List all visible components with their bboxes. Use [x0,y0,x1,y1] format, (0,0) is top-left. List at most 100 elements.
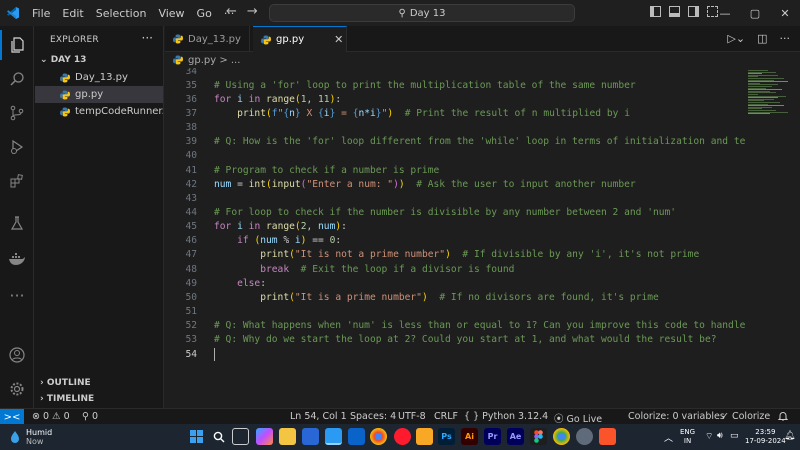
cursor-position[interactable]: Ln 54, Col 1 [290,411,347,422]
toggle-secondary-sidebar-icon[interactable] [688,6,699,17]
code-editor[interactable]: 34 35 # Using a 'for' loop to print the mu… [165,68,745,408]
notification-center-icon[interactable]: 🔔︎ [784,431,795,441]
back-arrow-icon[interactable]: ← [226,4,237,19]
opera-icon[interactable] [394,428,411,445]
more-views-icon[interactable]: ··· [0,280,34,310]
copilot-icon[interactable] [256,428,273,445]
code-line[interactable]: 45 for i in range(2, num): [165,220,745,234]
volume-icon[interactable]: 🔊︎ [717,431,723,441]
file-day-13-py[interactable]: Day_13.py [35,69,163,86]
code-line[interactable]: 53 # Q: Why do we start the loop at 2? Co… [165,333,745,347]
breadcrumb[interactable]: gp.py > ... [165,52,800,68]
menu-selection[interactable]: Selection [96,7,147,20]
brave-icon[interactable] [599,428,616,445]
close-tab-icon[interactable]: ✕ [334,33,343,46]
code-line[interactable]: 52 # Q: What happens when 'num' is less t… [165,319,745,333]
store-icon[interactable] [302,428,319,445]
tab-day-13-py[interactable]: Day_13.py [165,26,250,52]
code-line[interactable]: 40 [165,149,745,163]
minimize-icon[interactable]: — [710,7,740,20]
language-mode[interactable]: { } Python [464,411,515,422]
show-hidden-icons-icon[interactable]: ︿ [664,431,673,444]
menu-go[interactable]: Go [197,7,212,20]
colorize-variables[interactable]: Colorize: 0 variables [628,411,725,422]
code-line[interactable]: 54 [165,347,745,361]
after-effects-icon[interactable]: Ae [507,428,524,445]
code-line[interactable]: 35 # Using a 'for' loop to print the mult… [165,78,745,92]
end-of-line[interactable]: CRLF [434,411,458,422]
code-line[interactable]: 46 if (num % i) == 0: [165,234,745,248]
code-line[interactable]: 42 num = int(input("Enter a num: ")) # As… [165,177,745,191]
toggle-panel-icon[interactable] [669,6,680,17]
encoding[interactable]: UTF-8 [398,411,426,422]
python-version[interactable]: 3.12.4 [518,411,548,422]
file-tempcoderunner[interactable]: tempCodeRunner... [35,103,163,120]
maximize-icon[interactable]: ▢ [740,7,770,20]
forward-arrow-icon[interactable]: → [247,4,258,19]
wifi-icon[interactable]: ⌔ [705,431,713,442]
code-line[interactable]: 41 # Program to check if a number is prim… [165,163,745,177]
figma-icon[interactable] [530,428,547,445]
docker-icon[interactable] [0,244,34,274]
language-indicator[interactable]: ENG IN [680,428,695,446]
chrome-icon[interactable] [370,428,387,445]
notifications-bell-icon[interactable] [777,411,789,424]
file-gp-py[interactable]: gp.py [35,86,163,103]
close-icon[interactable]: ✕ [770,7,800,20]
run-file-icon[interactable]: ▷⌄ [727,32,745,45]
go-live-button[interactable]: ⦿ Go Live [554,411,602,425]
file-explorer-icon[interactable] [279,428,296,445]
code-line[interactable]: 51 [165,305,745,319]
folder-day-13[interactable]: ⌄ DAY 13 [40,55,86,65]
code-line[interactable]: 37 print(f"{n} X {i} = {n*i}") # Print t… [165,106,745,120]
tab-gp-py[interactable]: gp.py ✕ [253,26,347,52]
command-center-search[interactable]: ⚲ Day 13 [269,4,575,22]
timeline-section[interactable]: › TIMELINE [40,394,94,404]
account-icon[interactable] [0,340,34,370]
premiere-icon[interactable]: Pr [484,428,501,445]
ports-indicator[interactable]: ⚲ 0 [82,411,98,422]
code-line[interactable]: 49 else: [165,276,745,290]
task-view-icon[interactable] [232,428,249,445]
code-line[interactable]: 39 # Q: How is the 'for' loop different f… [165,135,745,149]
sublime-icon[interactable] [416,428,433,445]
menu-file[interactable]: File [32,7,50,20]
start-windows-icon[interactable] [188,428,205,445]
minimap[interactable] [745,68,800,408]
menu-edit[interactable]: Edit [62,7,83,20]
battery-icon[interactable]: ▭ [730,431,739,441]
code-line[interactable]: 47 print("It is not a prime number") # I… [165,248,745,262]
code-line[interactable]: 43 [165,191,745,205]
testing-flask-icon[interactable] [0,208,34,238]
code-line[interactable]: 38 [165,121,745,135]
explorer-icon[interactable] [0,30,34,60]
colorize-toggle[interactable]: ✓ Colorize [721,411,770,422]
photoshop-icon[interactable]: Ps [438,428,455,445]
weather-widget[interactable]: Humid Now [26,428,52,446]
dropbox-icon[interactable] [348,428,365,445]
settings-gear-icon[interactable] [0,374,34,404]
vscode-taskbar-icon[interactable] [325,428,342,445]
menu-view[interactable]: View [158,7,184,20]
outline-section[interactable]: › OUTLINE [40,378,91,388]
code-line[interactable]: 36 for i in range(1, 11): [165,92,745,106]
illustrator-icon[interactable]: Ai [461,428,478,445]
code-line[interactable]: 50 print("It is a prime number") # If no… [165,290,745,304]
problems-indicator[interactable]: ⊗ 0 ⚠ 0 [32,411,70,422]
toggle-primary-sidebar-icon[interactable] [650,6,661,17]
clock[interactable]: 23:59 17-09-2024 [745,428,786,446]
taskbar-search-icon[interactable] [210,428,227,445]
more-actions-icon[interactable]: ··· [780,32,791,45]
split-editor-icon[interactable]: ◫ [757,32,767,45]
extensions-icon[interactable] [0,166,34,196]
chrome-profile-icon[interactable] [553,428,570,445]
source-control-icon[interactable] [0,98,34,128]
run-debug-icon[interactable] [0,132,34,162]
explorer-more-actions[interactable]: ··· [142,31,153,45]
search-icon[interactable] [0,64,34,94]
code-line[interactable]: 48 break # Exit the loop if a divisor is… [165,262,745,276]
code-line[interactable]: 44 # For loop to check if the number is d… [165,206,745,220]
remote-indicator-icon[interactable]: >< [0,409,24,425]
indentation[interactable]: Spaces: 4 [350,411,396,422]
code-line[interactable]: 34 [165,68,745,78]
